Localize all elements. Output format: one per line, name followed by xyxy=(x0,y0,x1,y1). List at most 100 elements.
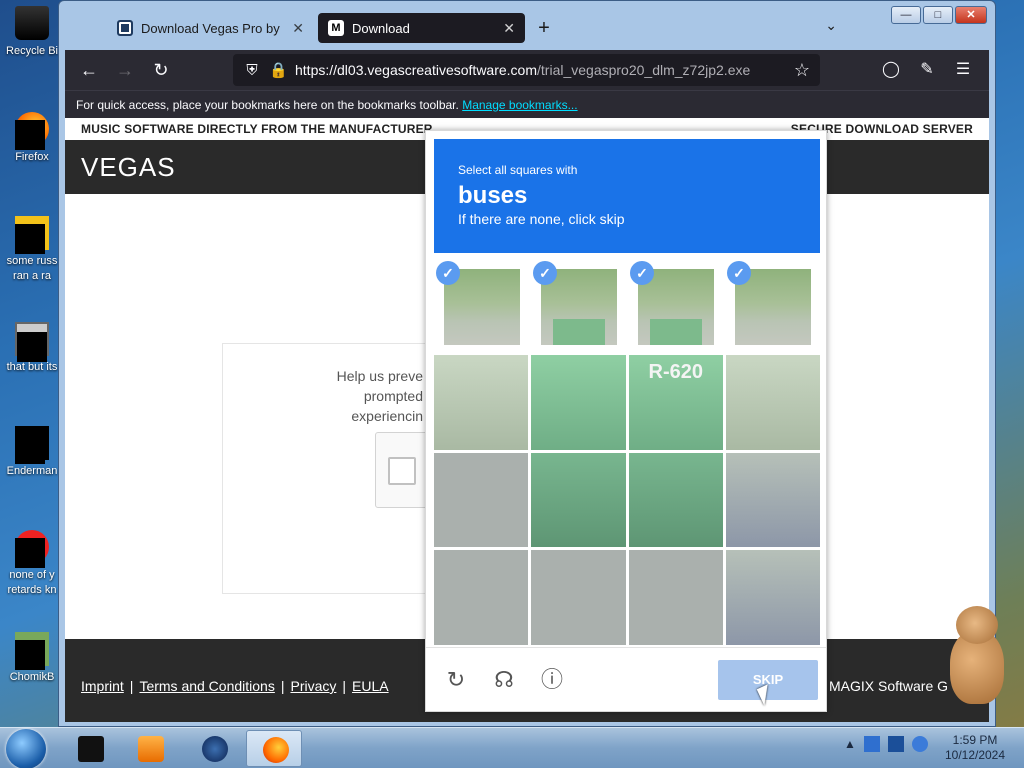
captcha-tile[interactable] xyxy=(628,550,723,645)
media-player-icon xyxy=(138,736,164,762)
captcha-tile[interactable] xyxy=(725,452,820,548)
imprint-link[interactable]: Imprint xyxy=(81,678,124,694)
headphones-icon[interactable]: ☊ xyxy=(490,666,518,694)
captcha-challenge: Select all squares with buses If there a… xyxy=(425,130,827,712)
menu-icon[interactable]: ☰ xyxy=(949,56,977,84)
desktop-icon-opera[interactable]: none of y retards kn xyxy=(0,530,64,598)
close-tab-icon[interactable]: ✕ xyxy=(503,20,515,37)
desktop-icon-enderman[interactable]: Enderman xyxy=(0,426,64,479)
extensions-icon[interactable]: ✎ xyxy=(913,56,941,84)
app-icon xyxy=(15,426,49,464)
bus-number: R-620 xyxy=(648,361,703,383)
close-tab-icon[interactable]: ✕ xyxy=(292,20,304,37)
checkmark-icon: ✓ xyxy=(630,261,654,285)
manage-bookmarks-link[interactable]: Manage bookmarks... xyxy=(462,98,577,112)
privacy-link[interactable]: Privacy xyxy=(290,678,336,694)
taskbar: ▲ 1:59 PM 10/12/2024 xyxy=(0,727,1024,768)
minimize-button[interactable]: — xyxy=(891,6,921,24)
forward-arrow-icon[interactable]: → xyxy=(111,56,139,84)
start-button[interactable] xyxy=(6,729,46,768)
list-tabs-chevron-icon[interactable]: ⌄ xyxy=(825,17,837,34)
window-controls: — □ ✕ xyxy=(891,6,987,24)
desktop-icon-file[interactable]: some russ ran a ra xyxy=(0,216,64,284)
tray-expand-icon[interactable]: ▲ xyxy=(844,737,856,751)
desktop-icon-recycle-bin[interactable]: Recycle Bi xyxy=(0,6,64,59)
desktop-icon-label: Enderman xyxy=(6,465,58,477)
captcha-tile[interactable] xyxy=(725,355,820,450)
captcha-tile[interactable] xyxy=(628,452,723,548)
hamster-mascot xyxy=(944,606,1010,706)
recycle-bin-icon xyxy=(15,6,49,40)
network-icon[interactable] xyxy=(863,736,880,752)
taskbar-browser[interactable] xyxy=(186,730,242,767)
terms-link[interactable]: Terms and Conditions xyxy=(139,678,274,694)
captcha-tile[interactable]: R-620 xyxy=(628,355,723,450)
desktop-icon-folder[interactable]: that but its xyxy=(0,322,64,375)
footer-copyright: MAGIX Software G xyxy=(829,678,949,694)
captcha-instruction: Select all squares with xyxy=(458,163,578,177)
url-bar[interactable]: ⛨ 🔒 https://dl03.vegascreativesoftware.c… xyxy=(233,54,820,86)
captcha-grid: R-620 xyxy=(434,355,820,645)
help-text: Help us preve prompted experiencin xyxy=(223,366,423,426)
desktop-icon-label: none of y retards kn xyxy=(7,569,57,596)
taskbar-app[interactable] xyxy=(62,730,118,767)
taskbar-firefox[interactable] xyxy=(246,730,302,767)
pocket-icon[interactable]: ◯ xyxy=(877,56,905,84)
monitor-icon[interactable] xyxy=(887,736,904,752)
firefox-icon xyxy=(263,737,289,763)
reload-challenge-icon[interactable]: ↻ xyxy=(442,666,470,694)
checkmark-icon: ✓ xyxy=(436,261,460,285)
clock[interactable]: 1:59 PM 10/12/2024 xyxy=(938,733,1012,763)
captcha-tile[interactable] xyxy=(725,550,820,645)
app-icon xyxy=(15,632,49,670)
captcha-hint: If there are none, click skip xyxy=(458,211,625,227)
lock-icon[interactable]: 🔒 xyxy=(269,61,288,79)
captcha-tile[interactable] xyxy=(531,550,626,645)
captcha-target: buses xyxy=(458,182,528,209)
tagline: MUSIC SOFTWARE DIRECTLY FROM THE MANUFAC… xyxy=(81,122,433,136)
url-text[interactable]: https://dl03.vegascreativesoftware.com/t… xyxy=(295,62,750,78)
checkmark-icon: ✓ xyxy=(533,261,557,285)
close-button[interactable]: ✕ xyxy=(955,6,987,24)
app-icon xyxy=(78,736,104,762)
tab-vegas-pro[interactable]: Download Vegas Pro by MAGIX ✕ xyxy=(107,13,314,43)
help-line: prompted xyxy=(363,388,423,404)
shield-icon[interactable]: ⛨ xyxy=(243,62,261,79)
file-icon xyxy=(15,216,49,254)
captcha-tile[interactable] xyxy=(531,452,626,548)
desktop-icon-chomik[interactable]: ChomikB xyxy=(0,632,64,685)
url-path: /trial_vegaspro20_dlm_z72jp2.exe xyxy=(537,62,751,78)
bookmarks-hint: For quick access, place your bookmarks h… xyxy=(76,98,459,112)
captcha-tile[interactable] xyxy=(531,355,626,450)
info-icon[interactable]: ⓘ xyxy=(538,666,566,694)
new-tab-button[interactable]: + xyxy=(529,13,559,43)
system-tray: ▲ xyxy=(844,736,928,752)
opera-icon xyxy=(15,530,49,568)
desktop-icon-label: Firefox xyxy=(15,151,49,163)
recaptcha-checkbox[interactable] xyxy=(388,457,416,485)
back-arrow-icon[interactable]: ← xyxy=(75,56,103,84)
captcha-header: Select all squares with buses If there a… xyxy=(434,139,820,253)
footer-links: Imprint | Terms and Conditions | Privacy | EUL… xyxy=(81,678,389,694)
maximize-button[interactable]: □ xyxy=(923,6,953,24)
captcha-tile[interactable] xyxy=(434,550,529,645)
folder-icon xyxy=(15,322,49,362)
vegas-favicon-icon xyxy=(117,20,133,36)
tab-title: Download Vegas Pro by MAGIX xyxy=(141,20,284,36)
help-line: Help us preve xyxy=(336,368,423,384)
captcha-tile[interactable] xyxy=(434,355,529,450)
reload-icon[interactable]: ↻ xyxy=(147,56,175,84)
taskbar-media-player[interactable] xyxy=(122,730,178,767)
bookmarks-toolbar: For quick access, place your bookmarks h… xyxy=(65,90,989,118)
desktop-icon-firefox[interactable]: Firefox xyxy=(0,112,64,165)
volume-icon[interactable] xyxy=(911,736,928,752)
nav-toolbar: ← → ↻ ⛨ 🔒 https://dl03.vegascreativesoft… xyxy=(65,50,989,90)
captcha-tile[interactable] xyxy=(434,452,529,548)
globe-icon xyxy=(202,736,228,762)
clock-time: 1:59 PM xyxy=(952,733,998,747)
bookmark-star-icon[interactable]: ☆ xyxy=(794,60,810,81)
eula-link[interactable]: EULA xyxy=(352,678,389,694)
tab-download[interactable]: M Download ✕ xyxy=(318,13,525,43)
m-favicon-icon: M xyxy=(328,20,344,36)
firefox-icon xyxy=(15,112,49,150)
